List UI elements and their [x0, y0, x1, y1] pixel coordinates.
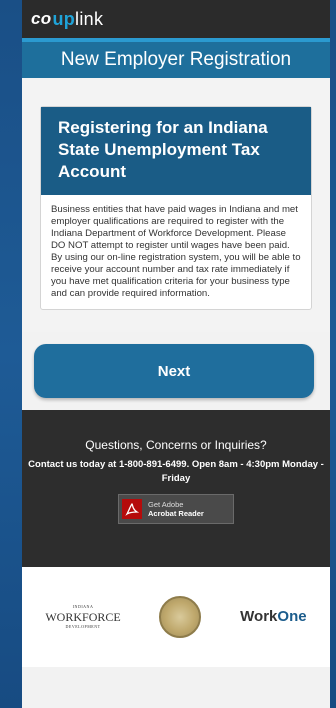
pdf-icon — [122, 499, 142, 519]
card-body-text: Business entities that have paid wages i… — [51, 204, 301, 299]
info-card: Registering for an Indiana State Unemplo… — [40, 106, 312, 310]
next-section: Next — [22, 332, 330, 410]
main-content: Registering for an Indiana State Unemplo… — [22, 78, 330, 332]
footer-contact: Questions, Concerns or Inquiries? Contac… — [22, 410, 330, 567]
logo-link: link — [75, 8, 104, 29]
next-button[interactable]: Next — [34, 344, 314, 398]
adobe-small-text: Get Adobe — [148, 500, 184, 509]
uplink-logo[interactable]: co up link — [31, 9, 103, 30]
footer-question: Questions, Concerns or Inquiries? — [85, 438, 267, 452]
app-container: co up link New Employer Registration Reg… — [22, 0, 330, 708]
top-bar: co up link — [22, 0, 330, 38]
adobe-reader-button[interactable]: Get Adobe Acrobat Reader — [118, 494, 234, 524]
workone-one: One — [277, 608, 307, 625]
footer-logos: INDIANA WORKFORCE DEVELOPMENT WorkOne — [22, 567, 330, 667]
adobe-bold-text: Acrobat Reader — [148, 509, 204, 518]
card-heading: Registering for an Indiana State Unemplo… — [41, 107, 311, 195]
workone-work: Work — [240, 608, 278, 625]
logo-up: up — [52, 8, 76, 29]
footer-contact-text: Contact us today at 1-800-891-6499. Open… — [28, 459, 324, 484]
workforce-logo[interactable]: INDIANA WORKFORCE DEVELOPMENT — [45, 602, 120, 632]
page-title: New Employer Registration — [22, 38, 330, 78]
state-seal-icon — [159, 596, 202, 638]
adobe-text: Get Adobe Acrobat Reader — [142, 500, 204, 518]
workone-logo[interactable]: WorkOne — [240, 608, 307, 625]
logo-co: co — [31, 9, 52, 28]
